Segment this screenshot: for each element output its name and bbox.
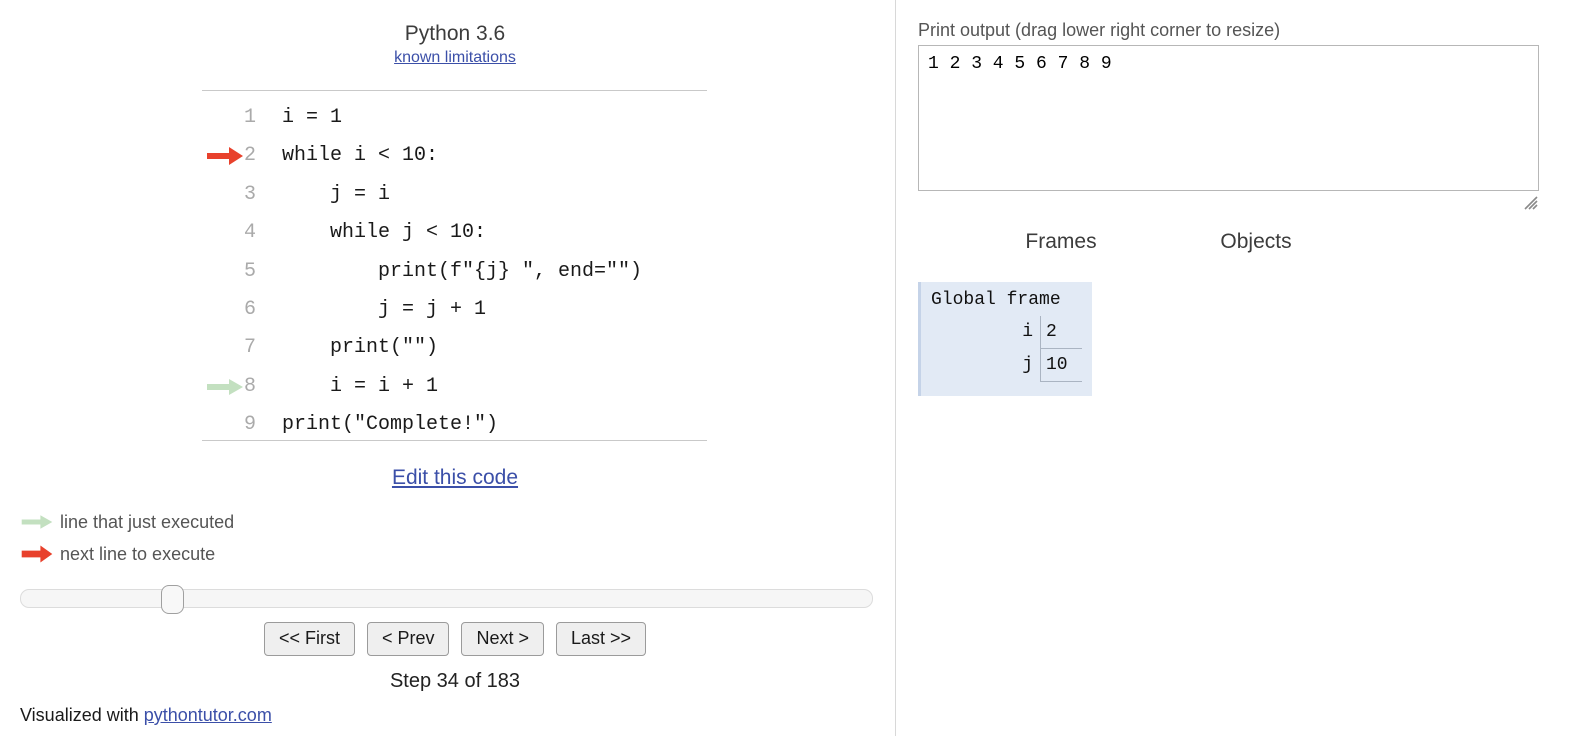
code-line[interactable]: 5 print(f"{j} ", end="") — [202, 253, 707, 291]
line-number: 3 — [243, 182, 256, 206]
code-line[interactable]: 6 j = j + 1 — [202, 291, 707, 329]
pythontutor-link[interactable]: pythontutor.com — [144, 705, 272, 725]
line-number: 1 — [243, 106, 256, 129]
frame-variables-table: i 2 j 10 — [1022, 316, 1082, 382]
variable-row: i 2 — [1022, 316, 1082, 349]
code-listing: 1 i = 1 2 while i < 10: 3 j = i 4 while … — [202, 99, 707, 445]
line-code: print(f"{j} ", end="") — [282, 259, 643, 283]
navigation-buttons: << First < Prev Next > Last >> — [0, 622, 910, 656]
code-line[interactable]: 1 i = 1 — [202, 99, 707, 137]
print-output-label: Print output (drag lower right corner to… — [918, 20, 1281, 40]
known-limitations-wrap: known limitations — [0, 49, 910, 67]
known-limitations-link[interactable]: known limitations — [394, 49, 516, 66]
legend-label: line that just executed — [60, 511, 235, 532]
line-code: i = 1 — [282, 106, 343, 129]
footer-prefix: Visualized with — [20, 705, 144, 725]
variable-name: i — [1022, 322, 1033, 343]
legend-label: next line to execute — [60, 543, 216, 564]
visualization-pane: Print output (drag lower right corner to… — [896, 0, 1577, 736]
resize-handle-icon[interactable] — [1524, 196, 1538, 210]
line-number: 6 — [243, 297, 256, 321]
next-button[interactable]: Next > — [461, 622, 545, 656]
line-code: print("Complete!") — [282, 413, 499, 437]
step-counter: Step 34 of 183 — [389, 670, 521, 692]
objects-column-header: Objects — [1220, 230, 1292, 253]
code-line[interactable]: 4 while j < 10: — [202, 214, 707, 252]
footer-credit: Visualized with pythontutor.com — [20, 705, 272, 726]
next-line-arrow-icon — [21, 545, 53, 563]
legend-row-just-executed: line that just executed — [20, 506, 234, 538]
legend-row-next-line: next line to execute — [20, 538, 234, 570]
variable-name: j — [1022, 355, 1033, 375]
line-number: 8 — [243, 374, 256, 398]
edit-code-wrap: Edit this code — [0, 466, 910, 490]
line-number: 5 — [243, 259, 256, 283]
line-number: 2 — [243, 144, 256, 168]
line-number: 9 — [243, 413, 256, 437]
code-line[interactable]: 9 print("Complete!") — [202, 406, 707, 444]
variable-value: 2 — [1040, 316, 1082, 349]
slider-handle[interactable] — [161, 585, 184, 614]
variable-value: 10 — [1040, 348, 1082, 382]
code-bottom-divider — [202, 440, 707, 441]
execution-slider[interactable] — [20, 585, 873, 614]
code-line[interactable]: 3 j = i — [202, 176, 707, 214]
column-headers: Frames Objects — [896, 230, 1577, 256]
line-code: j = i — [282, 182, 391, 206]
language-title: Python 3.6 — [404, 22, 506, 45]
line-number: 4 — [243, 221, 256, 245]
frame-title: Global frame — [931, 290, 1061, 310]
line-code: while i < 10: — [282, 144, 439, 168]
code-line[interactable]: 8 i = i + 1 — [202, 368, 707, 406]
variable-row: j 10 — [1022, 348, 1082, 382]
code-line[interactable]: 7 print("") — [202, 329, 707, 367]
global-frame: Global frame i 2 j 10 — [918, 282, 1092, 396]
prev-button[interactable]: < Prev — [366, 622, 450, 656]
print-output-box[interactable]: 1 2 3 4 5 6 7 8 9 — [918, 45, 1539, 191]
last-button[interactable]: Last >> — [556, 622, 647, 656]
print-output-text: 1 2 3 4 5 6 7 8 9 — [928, 54, 1112, 74]
execution-legend: line that just executed next line to exe… — [20, 506, 234, 570]
code-top-divider — [202, 90, 707, 91]
line-number: 7 — [243, 336, 256, 360]
frames-column-header: Frames — [1025, 230, 1097, 253]
edit-this-code-link[interactable]: Edit this code — [392, 466, 518, 489]
line-code: while j < 10: — [282, 221, 487, 245]
first-button[interactable]: << First — [263, 622, 355, 656]
code-pane: Python 3.6 known limitations 1 i = 1 2 w… — [0, 0, 895, 736]
code-line[interactable]: 2 while i < 10: — [202, 137, 707, 175]
line-code: j = j + 1 — [282, 297, 487, 321]
just-executed-arrow-icon — [21, 515, 53, 529]
line-code: i = i + 1 — [282, 374, 439, 398]
line-code: print("") — [282, 336, 439, 360]
